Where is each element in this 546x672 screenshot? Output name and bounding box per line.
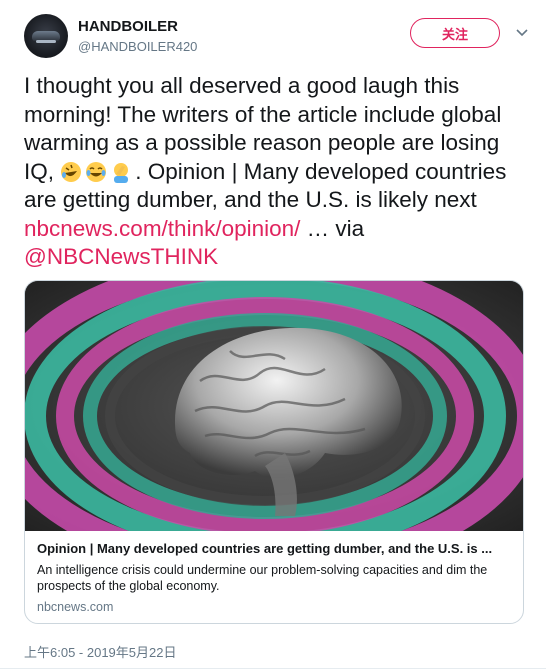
divider — [0, 668, 546, 669]
facepalm-emoji-icon — [114, 162, 129, 183]
chevron-down-icon[interactable] — [514, 24, 530, 40]
card-domain: nbcnews.com — [37, 600, 114, 614]
rofl-emoji-icon — [61, 161, 82, 182]
card-image-brain[interactable] — [25, 281, 523, 531]
tweet-text: I thought you all deserved a good laugh … — [24, 72, 524, 272]
mention-link[interactable]: @NBCNewsTHINK — [24, 244, 218, 269]
tweet-timestamp[interactable]: 上午6:05 - 2019年5月22日 — [24, 642, 176, 661]
user-handle[interactable]: @HANDBOILER420 — [78, 39, 197, 54]
card-title[interactable]: Opinion | Many developed countries are g… — [37, 541, 511, 556]
article-link[interactable]: nbcnews.com/think/opinion/ — [24, 216, 300, 241]
display-name[interactable]: HANDBOILER — [78, 18, 178, 35]
follow-button[interactable]: 关注 — [410, 18, 500, 48]
avatar[interactable] — [24, 14, 68, 58]
tears-of-joy-emoji-icon — [86, 161, 107, 182]
card-description: An intelligence crisis could undermine o… — [37, 563, 488, 593]
tweet-header: HANDBOILER @HANDBOILER420 关注 — [24, 12, 530, 62]
brain-illustration — [25, 281, 523, 531]
card-body: Opinion | Many developed countries are g… — [37, 541, 511, 614]
link-card[interactable]: Opinion | Many developed countries are g… — [24, 280, 524, 624]
ellipsis-via: … via — [300, 215, 365, 241]
